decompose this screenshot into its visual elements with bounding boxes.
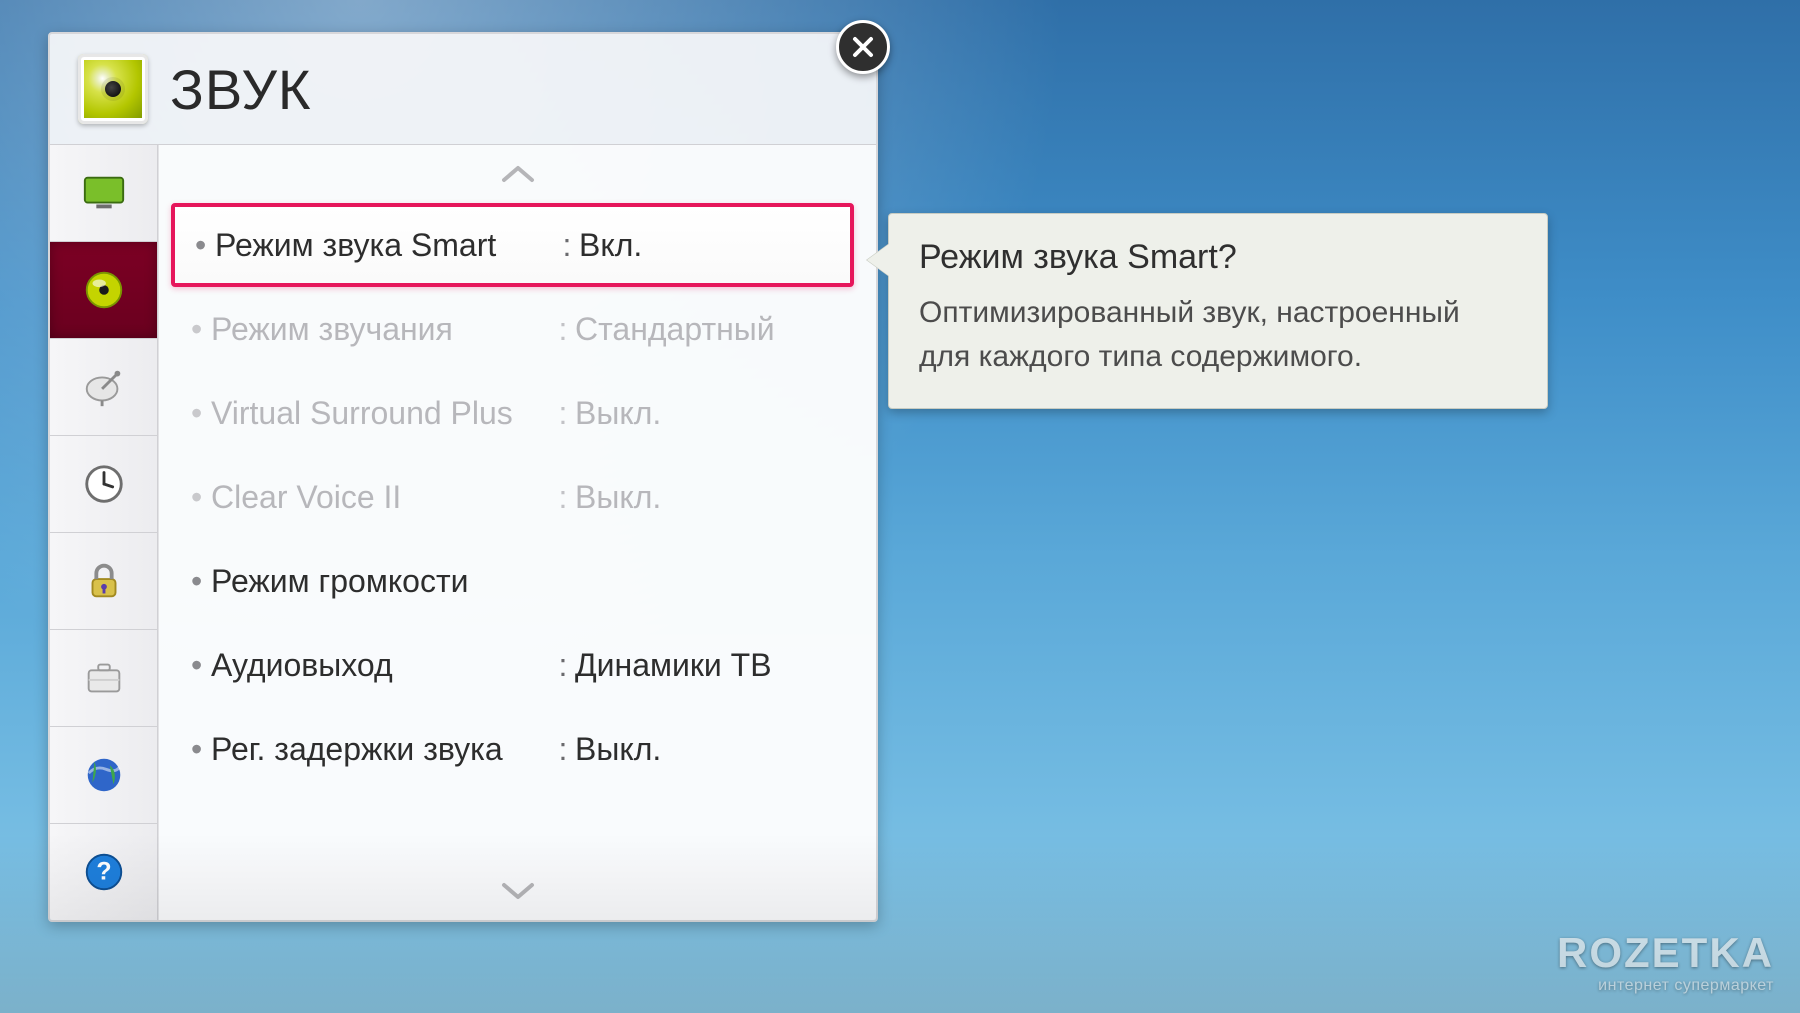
svg-text:?: ? [96, 858, 111, 886]
settings-list: • Режим звука Smart : Вкл. • Режим звуча… [159, 203, 876, 862]
scroll-down-button[interactable] [159, 862, 876, 920]
help-tooltip: Режим звука Smart? Оптимизированный звук… [888, 213, 1548, 409]
help-icon: ? [75, 843, 133, 901]
row-label: Clear Voice II [211, 479, 551, 516]
sidebar-item-help[interactable]: ? [50, 824, 157, 920]
close-button[interactable] [836, 20, 890, 74]
sidebar-item-time[interactable] [50, 436, 157, 533]
row-value: Стандартный [575, 311, 775, 348]
bullet-icon: • [191, 733, 211, 765]
bullet-icon: • [191, 481, 211, 513]
row-colon: : [551, 395, 575, 432]
row-virtual-surround[interactable]: • Virtual Surround Plus : Выкл. [171, 371, 854, 455]
watermark-main: ROZETKA [1557, 929, 1774, 977]
watermark: ROZETKA интернет супермаркет [1557, 929, 1774, 995]
sound-icon [78, 54, 148, 124]
row-colon: : [555, 227, 579, 264]
screen-icon [75, 164, 133, 222]
sidebar-item-channel[interactable] [50, 339, 157, 436]
sidebar-item-lock[interactable] [50, 533, 157, 630]
chevron-down-icon [498, 877, 538, 905]
bullet-icon: • [191, 313, 211, 345]
clock-icon [75, 455, 133, 513]
row-value: Выкл. [575, 731, 661, 768]
row-label: Рег. задержки звука [211, 731, 551, 768]
sound-icon [75, 261, 133, 319]
row-audio-out[interactable]: • Аудиовыход : Динамики ТВ [171, 623, 854, 707]
globe-icon [75, 746, 133, 804]
sidebar-item-sound[interactable] [50, 242, 157, 339]
row-value: Динамики ТВ [575, 647, 772, 684]
lock-icon [75, 552, 133, 610]
sidebar-item-network[interactable] [50, 727, 157, 824]
row-value: Выкл. [575, 479, 661, 516]
window-body: ? • Режим звука Smart : Вкл. [50, 144, 876, 920]
bullet-icon: • [191, 565, 211, 597]
window-header: ЗВУК [50, 34, 876, 144]
sidebar-item-screen[interactable] [50, 145, 157, 242]
briefcase-icon [75, 649, 133, 707]
row-clear-voice[interactable]: • Clear Voice II : Выкл. [171, 455, 854, 539]
row-colon: : [551, 731, 575, 768]
dish-icon [75, 358, 133, 416]
row-colon: : [551, 479, 575, 516]
close-icon [851, 35, 875, 59]
bullet-icon: • [195, 229, 215, 261]
row-smart-sound-mode[interactable]: • Режим звука Smart : Вкл. [171, 203, 854, 287]
row-label: Аудиовыход [211, 647, 551, 684]
settings-list-panel: • Режим звука Smart : Вкл. • Режим звуча… [158, 145, 876, 920]
row-value: Выкл. [575, 395, 661, 432]
scroll-up-button[interactable] [159, 145, 876, 203]
settings-window: ЗВУК [48, 32, 878, 922]
row-value: Вкл. [579, 227, 642, 264]
sidebar: ? [50, 145, 158, 920]
row-label: Режим звучания [211, 311, 551, 348]
watermark-sub: интернет супермаркет [1557, 977, 1774, 995]
bullet-icon: • [191, 397, 211, 429]
row-colon: : [551, 647, 575, 684]
row-audio-delay[interactable]: • Рег. задержки звука : Выкл. [171, 707, 854, 791]
sidebar-item-general[interactable] [50, 630, 157, 727]
row-label: Virtual Surround Plus [211, 395, 551, 432]
row-label: Режим громкости [211, 563, 551, 600]
bullet-icon: • [191, 649, 211, 681]
row-label: Режим звука Smart [215, 227, 555, 264]
row-volume-mode[interactable]: • Режим громкости [171, 539, 854, 623]
chevron-up-icon [498, 160, 538, 188]
tooltip-title: Режим звука Smart? [919, 238, 1517, 277]
window-title: ЗВУК [170, 57, 312, 122]
row-colon: : [551, 311, 575, 348]
row-sound-mode[interactable]: • Режим звучания : Стандартный [171, 287, 854, 371]
tooltip-body: Оптимизированный звук, настроенный для к… [919, 291, 1517, 378]
